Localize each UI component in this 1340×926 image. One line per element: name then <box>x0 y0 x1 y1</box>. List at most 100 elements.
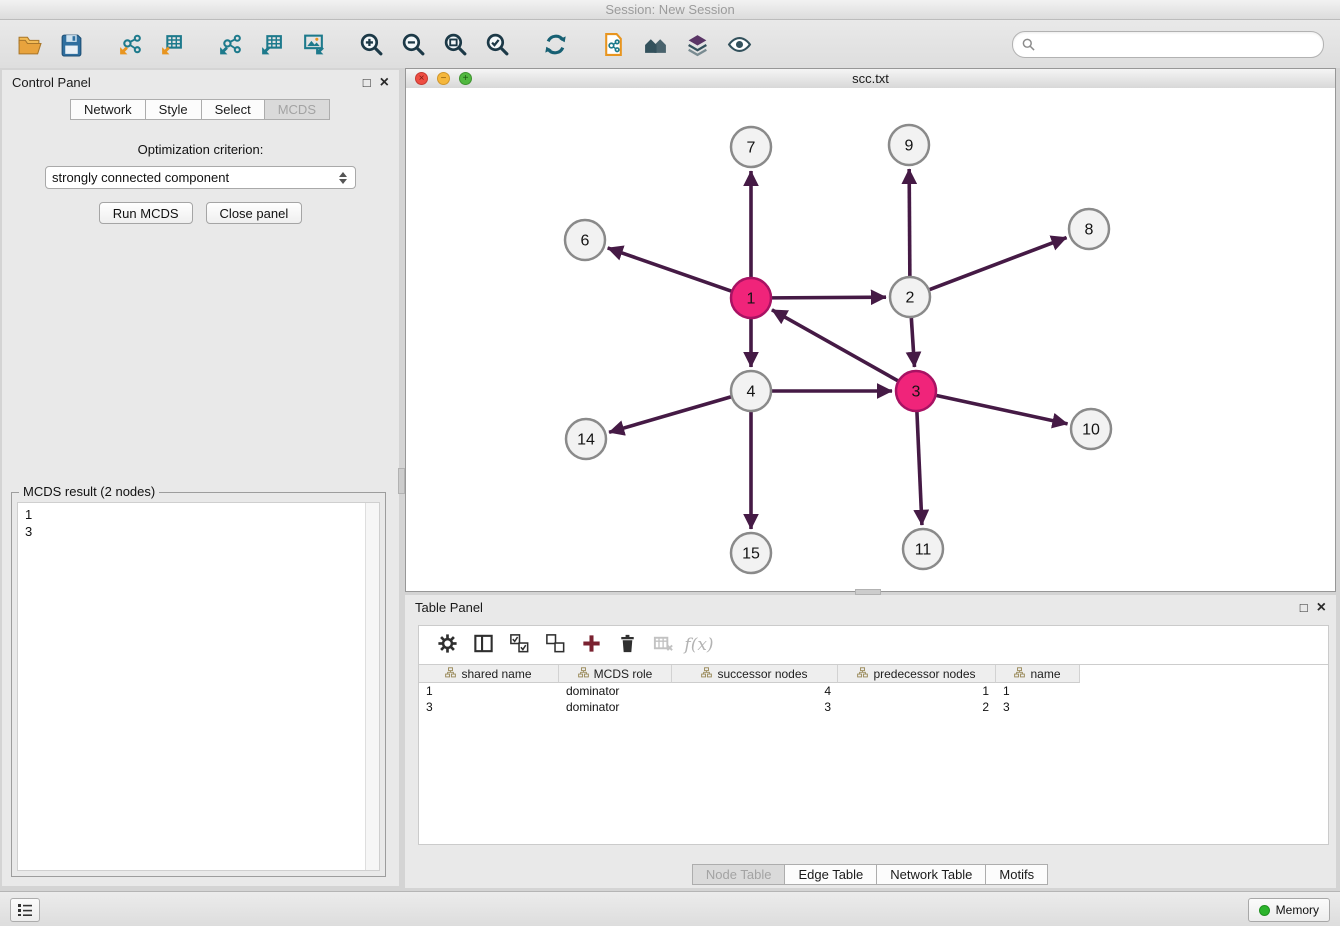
tab-motifs[interactable]: Motifs <box>985 864 1048 885</box>
export-network-button[interactable] <box>208 24 250 64</box>
network-canvas-svg[interactable]: 7968124314101511 <box>406 88 1335 591</box>
import-table-button[interactable] <box>150 24 192 64</box>
table-cell[interactable]: 4 <box>672 683 838 699</box>
optimization-criterion-dropdown[interactable]: strongly connected component <box>45 166 356 189</box>
table-row[interactable]: 3dominator323 <box>419 699 1328 715</box>
network-overview-button[interactable] <box>634 24 676 64</box>
edge-3-11[interactable] <box>917 412 922 525</box>
vertical-splitter-handle[interactable] <box>398 468 405 494</box>
close-window-icon[interactable]: × <box>415 72 428 85</box>
tab-network[interactable]: Network <box>70 99 146 120</box>
network-canvas[interactable]: 7968124314101511 <box>406 88 1335 591</box>
apply-layout-icon <box>543 32 568 57</box>
edge-2-9[interactable] <box>909 169 910 276</box>
edge-2-3[interactable] <box>911 318 914 367</box>
save-session-button[interactable] <box>50 24 92 64</box>
task-history-button[interactable] <box>10 898 40 922</box>
edge-2-8[interactable] <box>930 238 1067 290</box>
float-table-panel-icon[interactable]: □ <box>1300 601 1308 614</box>
select-all-rows-button[interactable] <box>503 630 535 660</box>
column-header-predecessor-nodes[interactable]: predecessor nodes <box>838 665 996 683</box>
column-type-icon <box>578 667 589 681</box>
zoom-fit-button[interactable] <box>434 24 476 64</box>
delete-rows-button[interactable] <box>611 630 643 660</box>
table-cell[interactable]: 3 <box>996 699 1080 715</box>
column-header-label: MCDS role <box>594 667 653 681</box>
close-table-panel-icon[interactable]: × <box>1317 601 1326 614</box>
control-panel-header: Control Panel □ × <box>2 70 399 94</box>
list-icon <box>17 903 33 917</box>
network-window-titlebar: × − + scc.txt <box>406 69 1335 89</box>
column-header-successor-nodes[interactable]: successor nodes <box>672 665 838 683</box>
close-panel-button[interactable]: Close panel <box>206 202 303 224</box>
edge-3-10[interactable] <box>937 395 1068 423</box>
edge-1-6[interactable] <box>608 248 732 291</box>
search-input[interactable] <box>1041 36 1314 53</box>
table-row[interactable]: 1dominator411 <box>419 683 1328 699</box>
table-cell[interactable]: 1 <box>419 683 559 699</box>
search-box[interactable] <box>1012 31 1324 58</box>
zoom-in-icon <box>359 32 384 57</box>
mcds-result-item[interactable]: 3 <box>18 523 379 540</box>
column-header-shared-name[interactable]: shared name <box>419 665 559 683</box>
apply-layout-button[interactable] <box>534 24 576 64</box>
graph-node-label-14: 14 <box>577 432 595 449</box>
show-hide-graphics-button[interactable] <box>718 24 760 64</box>
open-session-icon <box>17 32 42 57</box>
table-toolbar: f(x) <box>419 626 1328 664</box>
import-network-button[interactable] <box>108 24 150 64</box>
export-image-button[interactable] <box>292 24 334 64</box>
table-cell[interactable]: dominator <box>559 683 672 699</box>
tab-edge-table[interactable]: Edge Table <box>784 864 877 885</box>
mcds-result-scrollbar[interactable] <box>365 503 379 870</box>
tab-style[interactable]: Style <box>145 99 202 120</box>
mcds-result-item[interactable]: 1 <box>18 506 379 523</box>
tab-select[interactable]: Select <box>201 99 265 120</box>
zoom-in-button[interactable] <box>350 24 392 64</box>
column-header-label: shared name <box>461 667 531 681</box>
graph-node-label-9: 9 <box>905 138 914 155</box>
column-header-label: predecessor nodes <box>873 667 975 681</box>
graphics-details-button[interactable] <box>676 24 718 64</box>
graph-node-label-3: 3 <box>912 384 921 401</box>
toolbar-group <box>592 24 760 64</box>
close-panel-icon[interactable]: × <box>380 76 389 89</box>
table-cell[interactable]: 1 <box>996 683 1080 699</box>
memory-button[interactable]: Memory <box>1248 898 1330 922</box>
add-row-button[interactable] <box>575 630 607 660</box>
edge-3-1[interactable] <box>772 310 898 381</box>
first-neighbors-button[interactable] <box>592 24 634 64</box>
table-settings-button[interactable] <box>431 630 463 660</box>
table-cell[interactable]: 2 <box>838 699 996 715</box>
network-overview-icon <box>643 32 668 57</box>
tab-network-table[interactable]: Network Table <box>876 864 986 885</box>
table-cell[interactable]: dominator <box>559 699 672 715</box>
maximize-window-icon[interactable]: + <box>459 72 472 85</box>
table-cell[interactable]: 1 <box>838 683 996 699</box>
unselect-all-rows-button[interactable] <box>539 630 571 660</box>
edge-4-14[interactable] <box>609 397 731 432</box>
zoom-out-button[interactable] <box>392 24 434 64</box>
zoom-selected-button[interactable] <box>476 24 518 64</box>
run-mcds-button[interactable]: Run MCDS <box>99 202 193 224</box>
float-panel-icon[interactable]: □ <box>363 76 371 89</box>
import-network-icon <box>117 32 142 57</box>
column-type-icon <box>857 667 868 681</box>
column-header-name[interactable]: name <box>996 665 1080 683</box>
window-titlebar: Session: New Session <box>0 0 1340 20</box>
table-cell[interactable]: 3 <box>419 699 559 715</box>
minimize-window-icon[interactable]: − <box>437 72 450 85</box>
show-columns-button[interactable] <box>467 630 499 660</box>
edge-1-2[interactable] <box>772 297 886 298</box>
control-panel-tabs: NetworkStyleSelectMCDS <box>2 99 399 120</box>
export-table-button[interactable] <box>250 24 292 64</box>
open-session-button[interactable] <box>8 24 50 64</box>
table-panel-header: Table Panel □ × <box>405 595 1336 619</box>
zoom-selected-icon <box>485 32 510 57</box>
toolbar-group <box>208 24 334 64</box>
table-cell[interactable]: 3 <box>672 699 838 715</box>
column-header-mcds-role[interactable]: MCDS role <box>559 665 672 683</box>
tab-mcds[interactable]: MCDS <box>264 99 330 120</box>
tab-node-table[interactable]: Node Table <box>692 864 786 885</box>
graph-node-label-7: 7 <box>747 140 756 157</box>
